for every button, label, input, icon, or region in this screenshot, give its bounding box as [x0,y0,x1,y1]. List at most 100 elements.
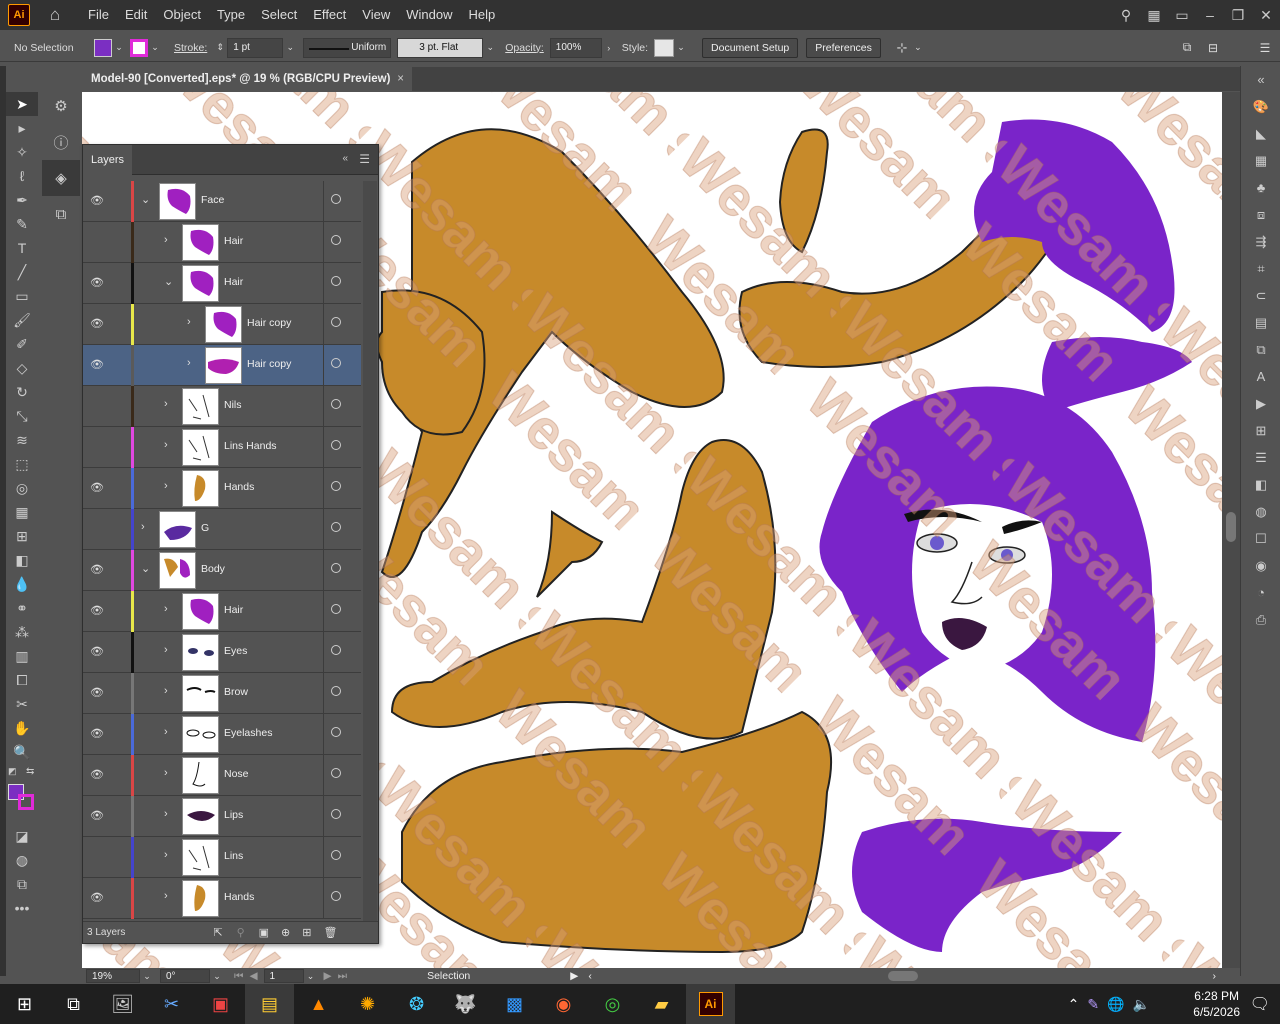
lasso-tool-icon[interactable]: ℓ [6,164,38,188]
workspace-icon[interactable]: ▦ [1140,7,1168,24]
first-artboard-icon[interactable]: ⏮ [234,970,243,983]
visibility-eye-icon[interactable]: 👁 [89,481,105,495]
layer-row[interactable]: 👁 › Hair copy [83,345,361,386]
more-tools-icon[interactable]: ••• [6,896,38,920]
opacity-field[interactable]: 100% [549,37,602,58]
layer-row[interactable]: 👁 › Eyes [83,632,361,673]
notifications-icon[interactable]: 🗨 [1250,994,1270,1014]
shape-builder-tool-icon[interactable]: ◎ [6,476,38,500]
chevron-right-icon[interactable]: › [164,849,174,861]
arrange-documents-icon[interactable]: ⊹ [893,38,911,58]
symbol-sprayer-tool-icon[interactable]: ⁂ [6,620,38,644]
color-mode-icon[interactable]: ◪ [6,824,38,848]
menu-view[interactable]: View [354,0,398,30]
layer-name[interactable]: Lips [224,809,243,821]
screen-mode-icon[interactable]: ⧉ [6,872,38,896]
layer-row[interactable]: 👁 ⌄ Hair [83,263,361,304]
artboards-icon[interactable]: ⧉ [42,196,80,232]
layer-name[interactable]: Hair [224,604,243,616]
transparency-icon[interactable]: ◍ [1241,498,1280,525]
horizontal-scroll-thumb[interactable] [887,971,918,981]
new-sublayer-icon[interactable]: ⊕ [281,926,290,939]
chevron-up-icon[interactable]: ⌃ [1068,996,1080,1013]
restore-icon[interactable]: ❐ [1224,7,1252,24]
target-circle-icon[interactable] [331,891,341,901]
stroke-weight-field[interactable]: 1 pt [227,37,284,58]
layer-name[interactable]: Nils [224,399,242,411]
m-app-icon[interactable]: ▩ [490,984,539,1024]
graphic-styles-icon[interactable]: ⇶ [1241,228,1280,255]
presentation-app-icon[interactable]: ▤ [245,984,294,1024]
chevron-right-icon[interactable]: › [164,726,174,738]
swatches-icon[interactable]: ▦ [1241,147,1280,174]
visibility-eye-icon[interactable]: 👁 [89,645,105,659]
chevron-right-icon[interactable]: › [187,316,197,328]
scroll-left-icon[interactable]: ‹ [588,970,592,982]
chevron-down-icon[interactable]: ⌄ [283,38,297,58]
visibility-eye-icon[interactable] [89,235,105,249]
type-tool-icon[interactable]: T [6,236,38,260]
search-icon[interactable]: ⚲ [1112,7,1140,24]
stroke-swatch[interactable] [130,38,148,57]
properties-icon[interactable]: ◔ [1241,579,1280,606]
visibility-eye-icon[interactable] [89,440,105,454]
target-circle-icon[interactable] [331,850,341,860]
target-circle-icon[interactable] [331,194,341,204]
target-circle-icon[interactable] [331,440,341,450]
clipping-mask-icon[interactable]: ▣ [259,926,269,939]
target-circle-icon[interactable] [331,358,341,368]
artboard-number-field[interactable]: 1 [263,969,304,983]
chevron-down-icon[interactable]: ⌄ [911,38,925,58]
chevron-right-icon[interactable]: › [164,234,174,246]
stroke-color-box[interactable] [18,794,34,810]
chevron-right-icon[interactable]: › [141,521,151,533]
new-layer-icon[interactable]: ⊞ [302,926,311,939]
layer-name[interactable]: Eyelashes [224,727,272,739]
chevron-down-icon[interactable]: ⌄ [148,38,162,58]
layer-name[interactable]: Hands [224,481,254,493]
layer-name[interactable]: G [201,522,209,534]
selection-tool-icon[interactable]: ➤ [6,92,38,116]
layer-name[interactable]: Hair [224,276,243,288]
layer-name[interactable]: Hair copy [247,317,291,329]
layers-tab[interactable]: Layers [83,144,133,175]
links-icon[interactable]: ⊂ [1241,282,1280,309]
target-circle-icon[interactable] [331,276,341,286]
volume-icon[interactable]: 🔈 [1133,996,1150,1013]
stroke-label[interactable]: Stroke: [174,42,207,54]
locate-object-icon[interactable]: ⚲ [237,926,245,939]
control-menu-icon[interactable]: ☰ [1258,38,1272,58]
layer-row[interactable]: 👁 › Hair copy [83,304,361,345]
asset-export-icon[interactable]: ⊞ [1241,417,1280,444]
color-guide-icon[interactable]: ◣ [1241,120,1280,147]
status-menu-icon[interactable]: ▶ [570,970,578,982]
system-clock[interactable]: 6:28 PM 6/5/2026 [1193,988,1240,1020]
network-app-icon[interactable]: ❂ [392,984,441,1024]
visibility-eye-icon[interactable]: 👁 [89,809,105,823]
layer-name[interactable]: Lins [224,850,243,862]
home-icon[interactable]: ⌂ [44,4,66,26]
menu-type[interactable]: Type [209,0,253,30]
chevron-right-icon[interactable]: › [164,398,174,410]
globe-icon[interactable]: 🌐 [1107,996,1124,1013]
artboard-tool-icon[interactable]: ⧠ [6,668,38,692]
menu-file[interactable]: File [80,0,117,30]
panel-menu-icon[interactable]: ☰ [359,152,370,166]
layer-name[interactable]: Nose [224,768,249,780]
layer-row[interactable]: › Hair [83,222,361,263]
scroll-thumb[interactable] [1226,512,1236,542]
scale-tool-icon[interactable]: ⤡ [6,404,38,428]
preferences-button[interactable]: Preferences [806,37,881,58]
layer-name[interactable]: Hands [224,891,254,903]
menu-select[interactable]: Select [253,0,305,30]
layers-scrollbar[interactable] [363,181,377,925]
layer-name[interactable]: Hair copy [247,358,291,370]
target-circle-icon[interactable] [331,481,341,491]
warp-tool-icon[interactable]: ≋ [6,428,38,452]
snipping-app-icon[interactable]: ✂ [147,984,196,1024]
layer-row[interactable]: › Lins [83,837,361,878]
chevron-right-icon[interactable]: › [164,890,174,902]
trash-icon[interactable]: 🗑 [323,926,337,939]
layer-name[interactable]: Lins Hands [224,440,277,452]
shaper-tool-icon[interactable]: ✐ [6,332,38,356]
